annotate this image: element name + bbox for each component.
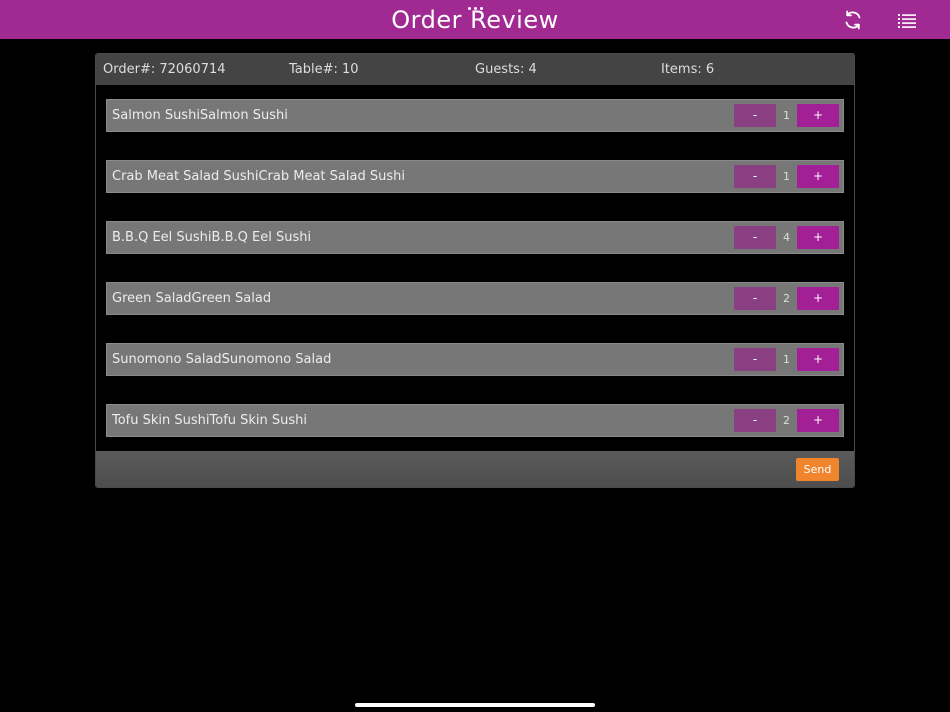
decrease-quantity-button[interactable]: - (734, 287, 776, 310)
increase-quantity-button[interactable]: + (797, 409, 839, 432)
item-name: Salmon SushiSalmon Sushi (112, 108, 288, 123)
order-number: Order#: 72060714 (103, 62, 226, 77)
increase-quantity-button[interactable]: + (797, 226, 839, 249)
order-footer-bar: Send (96, 451, 854, 487)
quantity-value: 2 (783, 292, 790, 305)
item-name: Green SaladGreen Salad (112, 291, 272, 306)
decrease-quantity-button[interactable]: - (734, 165, 776, 188)
list-item: Sunomono SaladSunomono Salad - 1 + (106, 343, 844, 376)
decrease-quantity-button[interactable]: - (734, 104, 776, 127)
increase-quantity-button[interactable]: + (797, 104, 839, 127)
item-name: Crab Meat Salad SushiCrab Meat Salad Sus… (112, 169, 405, 184)
item-name: Tofu Skin SushiTofu Skin Sushi (112, 413, 308, 428)
home-indicator[interactable] (355, 703, 595, 707)
quantity-value: 1 (783, 109, 790, 122)
order-items-list: Salmon SushiSalmon Sushi - 1 + Crab Meat… (106, 99, 844, 465)
quantity-value: 2 (783, 414, 790, 427)
items-count: Items: 6 (661, 62, 715, 77)
decrease-quantity-button[interactable]: - (734, 348, 776, 371)
decrease-quantity-button[interactable]: - (734, 226, 776, 249)
quantity-value: 1 (783, 353, 790, 366)
quantity-value: 4 (783, 231, 790, 244)
loading-dots-icon (468, 7, 484, 11)
item-name: B.B.Q Eel SushiB.B.Q Eel Sushi (112, 230, 312, 245)
refresh-icon[interactable] (841, 8, 865, 32)
page-title: Order Review (391, 6, 559, 34)
increase-quantity-button[interactable]: + (797, 165, 839, 188)
list-item: Tofu Skin SushiTofu Skin Sushi - 2 + (106, 404, 844, 437)
order-panel: Order#: 72060714 Table#: 10 Guests: 4 It… (95, 53, 855, 488)
table-number: Table#: 10 (289, 62, 359, 77)
send-button[interactable]: Send (796, 458, 839, 481)
decrease-quantity-button[interactable]: - (734, 409, 776, 432)
app-header: Order Review (0, 0, 950, 39)
list-item: Green SaladGreen Salad - 2 + (106, 282, 844, 315)
increase-quantity-button[interactable]: + (797, 348, 839, 371)
list-item: B.B.Q Eel SushiB.B.Q Eel Sushi - 4 + (106, 221, 844, 254)
list-item: Crab Meat Salad SushiCrab Meat Salad Sus… (106, 160, 844, 193)
order-info-bar: Order#: 72060714 Table#: 10 Guests: 4 It… (96, 54, 854, 85)
list-menu-icon[interactable] (895, 8, 919, 32)
item-name: Sunomono SaladSunomono Salad (112, 352, 332, 367)
quantity-value: 1 (783, 170, 790, 183)
increase-quantity-button[interactable]: + (797, 287, 839, 310)
guests-count: Guests: 4 (475, 62, 537, 77)
list-item: Salmon SushiSalmon Sushi - 1 + (106, 99, 844, 132)
